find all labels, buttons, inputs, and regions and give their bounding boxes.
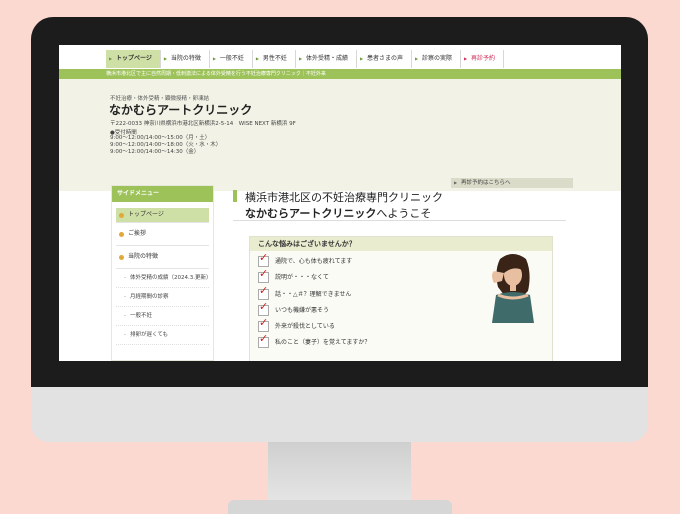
sidebar-item-features[interactable]: 当院の特徴 xyxy=(116,246,209,269)
nav-item-male-infertility[interactable]: 男性不妊 xyxy=(252,50,296,68)
worries-list: 通院で、心も体も疲れてます 説明が・・・なくて 話・・△＃？理解できません いつ… xyxy=(258,252,371,354)
sidebar-subitem-ivf-results[interactable]: 体外受精の成績（2024.3.更新） xyxy=(116,269,212,288)
main-content: 横浜市港北区の不妊治療専門クリニック なかむらアートクリニックへようこそ こんな… xyxy=(230,185,575,361)
monitor-stand-neck xyxy=(268,442,411,504)
worries-box: こんな悩みはございませんか？ 通院で、心も体も疲れてます 説明が・・・なくて 話… xyxy=(249,236,553,361)
nav-item-features[interactable]: 当院の特徴 xyxy=(160,50,210,68)
hours-line: 9:00～12:00/14:00～14:30（金） xyxy=(110,149,200,155)
title-accent-bar xyxy=(233,190,237,202)
worries-heading: こんな悩みはございませんか？ xyxy=(250,237,552,251)
sidebar-subitem-late-ovulation[interactable]: 排卵が遅くても xyxy=(116,326,209,345)
red-check-icon xyxy=(258,252,269,267)
red-check-icon xyxy=(258,268,269,284)
nav-item-patient-voices[interactable]: 患者さまの声 xyxy=(356,50,412,68)
sidebar-item-top[interactable]: トップページ xyxy=(116,208,209,223)
nav-item-top[interactable]: トップページ xyxy=(106,50,161,68)
page-subtitle: なかむらアートクリニックへようこそ xyxy=(245,205,431,221)
worry-text: 通院で、心も体も疲れてます xyxy=(275,258,353,265)
hours-list: 9:00～12:00/14:00～15:00（月・土） 9:00～12:00/1… xyxy=(110,135,221,156)
title-divider xyxy=(233,220,566,221)
worry-item: いつも機嫌が悪そう xyxy=(258,301,370,321)
monitor-stand-base xyxy=(228,500,452,514)
worry-item: 話・・△＃？理解できません xyxy=(258,285,370,305)
tagline-bar: 横浜市港北区で主に自然周期・低刺激法による体外受精を行う不妊治療専門クリニック｜… xyxy=(59,69,621,79)
nav-item-consultation[interactable]: 診察の実際 xyxy=(411,50,461,68)
worry-item: 通院で、心も体も疲れてます xyxy=(258,252,370,272)
nav-item-reservation[interactable]: 再診予約 xyxy=(460,50,504,68)
page-title: 横浜市港北区の不妊治療専門クリニック xyxy=(245,191,443,204)
website-screen: トップページ 当院の特徴 一般不妊 男性不妊 体外受精・成績 患者さまの声 診察… xyxy=(59,45,621,361)
worry-item: 外来が殺伐としている xyxy=(258,317,370,337)
worry-text: 外来が殺伐としている xyxy=(275,323,335,331)
monitor-chin xyxy=(31,387,648,442)
red-check-icon xyxy=(258,333,269,349)
welcome-suffix: へようこそ xyxy=(376,207,432,220)
worry-text: 説明が・・・なくて xyxy=(275,274,329,282)
sidebar-menu: サイドメニュー トップページ ご挨拶 当院の特徴 体外受精の成績（2024.3.… xyxy=(111,185,214,361)
clinic-name-bold: なかむらアートクリニック xyxy=(245,207,377,220)
nav-item-general-infertility[interactable]: 一般不妊 xyxy=(209,50,253,68)
worry-item: 私のこと（妻子）を覚えてますか？ xyxy=(258,333,371,353)
global-navigation: トップページ 当院の特徴 一般不妊 男性不妊 体外受精・成績 患者さまの声 診察… xyxy=(106,50,504,68)
red-check-icon xyxy=(258,317,269,333)
worry-text: 話・・△＃？理解できません xyxy=(275,290,352,298)
site-header: 不妊治療・体外受精・顕微授精・卵凍結 なかむらアートクリニック 〒222-003… xyxy=(59,79,621,191)
sidebar-subitem-menstrual-exam[interactable]: 月経期間の診察 xyxy=(116,288,209,307)
red-check-icon xyxy=(258,285,269,300)
clinic-address: 〒222-0033 神奈川県横浜市港北区新横浜2-5-14 WISE NEXT … xyxy=(110,121,296,127)
sidebar-item-greeting[interactable]: ご挨拶 xyxy=(116,223,209,246)
hours-line: 9:00～12:00/14:00～18:00（火・水・木） xyxy=(110,142,222,148)
red-check-icon xyxy=(258,301,269,316)
sidebar-title: サイドメニュー xyxy=(112,186,213,202)
clinic-logo[interactable]: なかむらアートクリニック xyxy=(109,101,252,118)
worry-text: いつも機嫌が悪そう xyxy=(275,306,330,314)
worry-text: 私のこと（妻子）を覚えてますか？ xyxy=(275,339,371,347)
hours-line: 9:00～12:00/14:00～15:00（月・土） xyxy=(110,135,211,141)
worry-item: 説明が・・・なくて xyxy=(258,268,370,288)
worried-woman-illustration xyxy=(492,254,534,323)
tagline-text: 横浜市港北区で主に自然周期・低刺激法による体外受精を行う不妊治療専門クリニック｜… xyxy=(106,71,326,77)
sidebar-subitem-general-infertility[interactable]: 一般不妊 xyxy=(116,307,209,326)
nav-item-ivf-results[interactable]: 体外受精・成績 xyxy=(295,50,357,68)
